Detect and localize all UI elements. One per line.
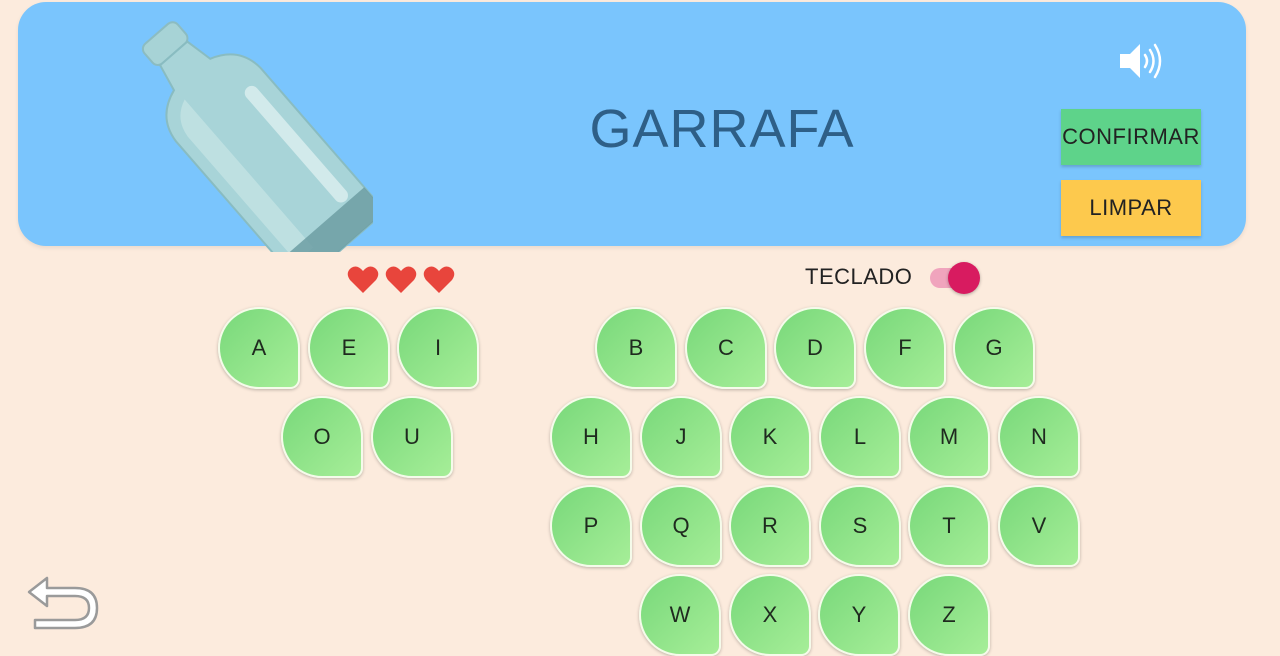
lives-indicator: [347, 265, 455, 295]
letter-key-p[interactable]: P: [550, 485, 632, 567]
letter-key-b[interactable]: B: [595, 307, 677, 389]
keyboard-toggle[interactable]: [928, 262, 982, 294]
letter-key-e[interactable]: E: [308, 307, 390, 389]
letter-key-j[interactable]: J: [640, 396, 722, 478]
letter-key-a[interactable]: A: [218, 307, 300, 389]
bottle-icon: [141, 21, 373, 252]
letter-key-o[interactable]: O: [281, 396, 363, 478]
letter-key-t[interactable]: T: [908, 485, 990, 567]
letter-key-v[interactable]: V: [998, 485, 1080, 567]
letter-key-w[interactable]: W: [639, 574, 721, 656]
letter-key-x[interactable]: X: [729, 574, 811, 656]
letter-key-g[interactable]: G: [953, 307, 1035, 389]
letter-key-h[interactable]: H: [550, 396, 632, 478]
letter-key-n[interactable]: N: [998, 396, 1080, 478]
letter-key-f[interactable]: F: [864, 307, 946, 389]
toggle-knob: [948, 262, 980, 294]
letter-key-r[interactable]: R: [729, 485, 811, 567]
letter-key-q[interactable]: Q: [640, 485, 722, 567]
keyboard-toggle-label: TECLADO: [805, 264, 913, 289]
letter-key-k[interactable]: K: [729, 396, 811, 478]
letter-key-z[interactable]: Z: [908, 574, 990, 656]
undo-arrow-icon[interactable]: [25, 570, 103, 636]
letter-key-l[interactable]: L: [819, 396, 901, 478]
confirm-button[interactable]: CONFIRMAR: [1061, 109, 1201, 165]
letter-key-y[interactable]: Y: [818, 574, 900, 656]
word-panel: GARRAFA CONFIRMAR LIMPAR: [18, 2, 1246, 252]
letter-key-i[interactable]: I: [397, 307, 479, 389]
letter-key-u[interactable]: U: [371, 396, 453, 478]
target-word: GARRAFA: [589, 99, 855, 159]
game-screen: GARRAFA CONFIRMAR LIMPAR TECLADO AEI OU …: [0, 0, 1280, 656]
clear-button[interactable]: LIMPAR: [1061, 180, 1201, 236]
letter-key-c[interactable]: C: [685, 307, 767, 389]
heart-icon: [385, 266, 417, 293]
heart-icon: [347, 266, 379, 293]
letter-key-d[interactable]: D: [774, 307, 856, 389]
letter-key-s[interactable]: S: [819, 485, 901, 567]
letter-key-m[interactable]: M: [908, 396, 990, 478]
speaker-icon[interactable]: [1116, 36, 1166, 86]
heart-icon: [423, 266, 455, 293]
